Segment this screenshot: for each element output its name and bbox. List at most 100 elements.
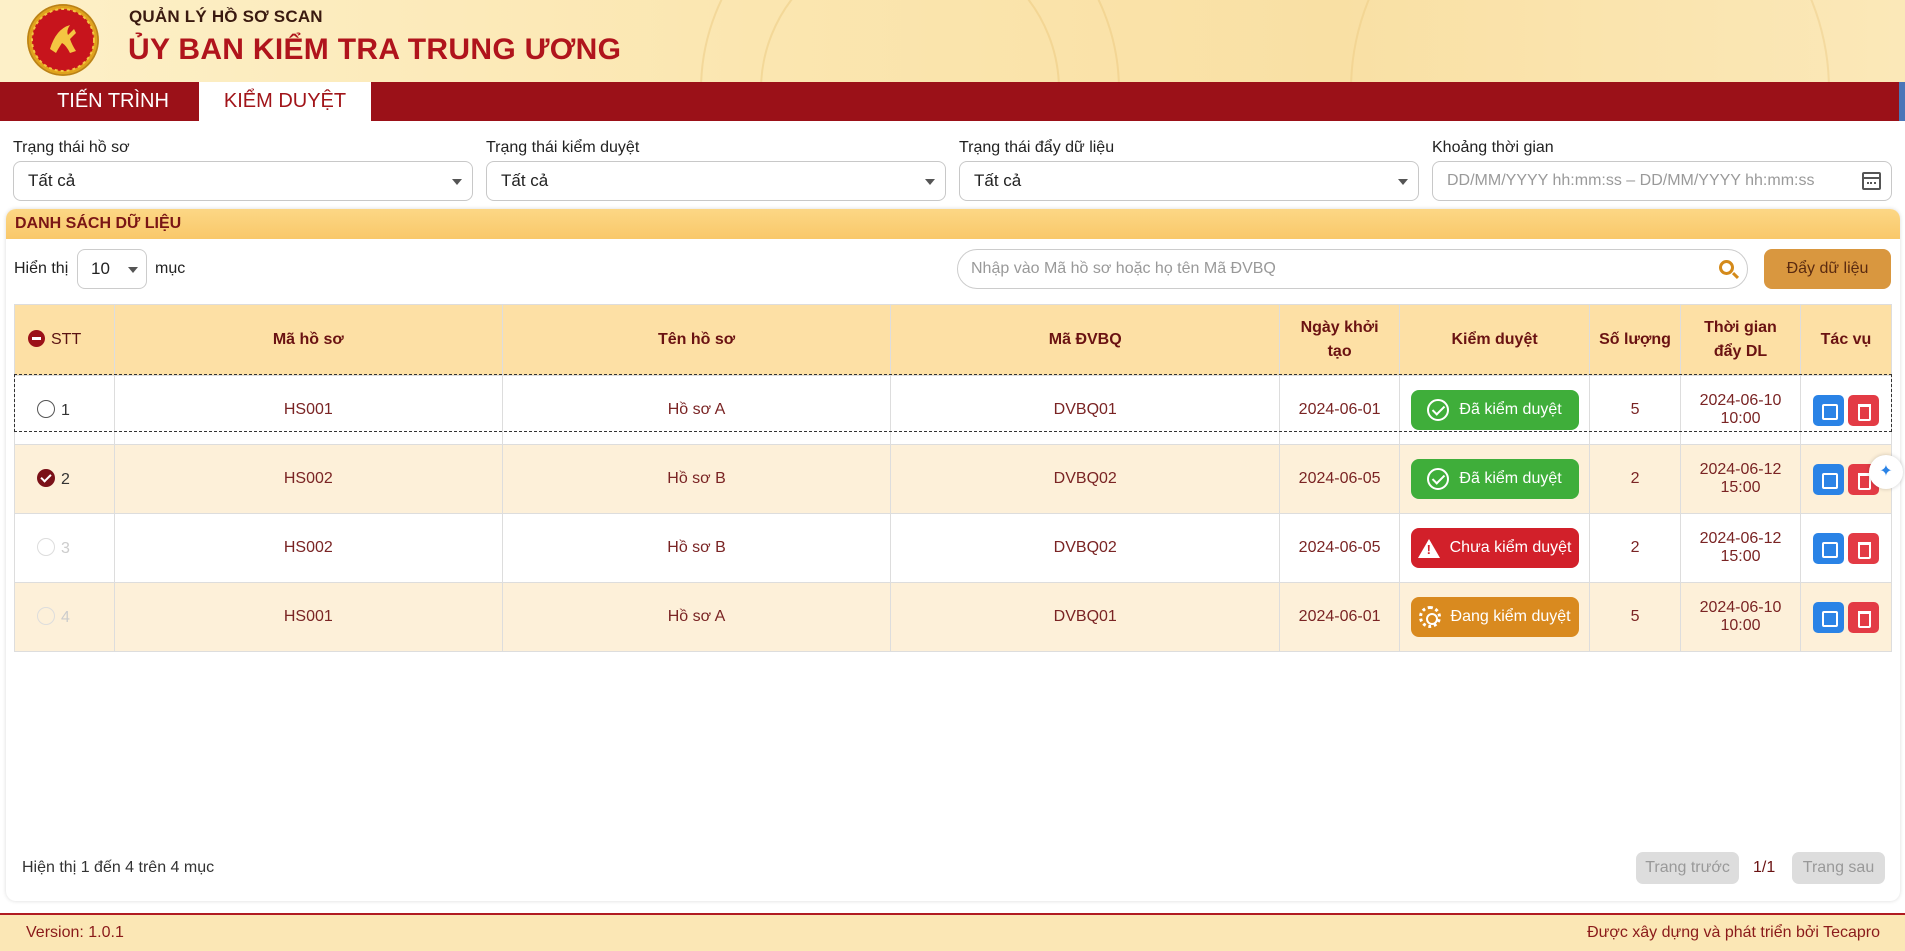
status-badge-label: Đã kiểm duyệt [1459,401,1562,418]
push-status-select[interactable]: Tất cả [959,161,1419,201]
header-push-time: Thời gian đẩy DL [1680,304,1801,376]
check-circle-icon [1427,399,1450,421]
row-select-radio [37,538,55,556]
header-created-label: Ngày khởi tạo [1300,319,1379,360]
cell-unit: DVBQ01 [890,375,1281,445]
header-qty: Số lượng [1589,304,1681,376]
header-push-time-label: Thời gian đẩy DL [1704,319,1777,360]
cell-name: Hồ sơ B [501,444,892,514]
cell-code: HS001 [113,375,503,445]
push-clock: 15:00 [1720,479,1761,496]
search-input[interactable]: Nhập vào Mã hồ sơ hoặc họ tên Mã ĐVBQ [957,249,1748,289]
filter-push-status: Trạng thái đẩy dữ liệu Tất cả [959,139,1419,201]
stt-num: 1 [61,402,70,419]
row-stt[interactable]: 2 [14,444,115,514]
select-value: Tất cả [501,171,549,190]
tab-progress[interactable]: TIẾN TRÌNH [30,82,196,121]
push-date: 2024-06-10 [1699,599,1782,616]
cell-name: Hồ sơ B [501,513,892,583]
caret-down-icon [452,179,462,185]
page-size-select[interactable]: 10 [77,249,147,289]
header-pattern [1350,0,1830,82]
push-clock: 15:00 [1720,548,1761,565]
calendar-icon[interactable] [1862,172,1881,190]
tab-bar: TIẾN TRÌNH KIỂM DUYỆT [0,82,1905,121]
record-status-select[interactable]: Tất cả [13,161,473,201]
status-badge: Đã kiểm duyệt [1410,459,1579,499]
cell-created: 2024-06-01 [1279,582,1401,652]
cell-qty: 5 [1589,375,1681,445]
cell-push-time: 2024-06-12 15:00 [1680,513,1801,583]
edit-icon[interactable] [1812,601,1844,633]
status-badge-label: Chưa kiểm duyệt [1449,539,1572,556]
cell-qty: 2 [1589,444,1681,514]
filter-review-status: Trạng thái kiểm duyệt Tất cả [486,139,946,201]
status-badge: Đang kiểm duyệt [1410,597,1579,637]
cell-push-time: 2024-06-10 10:00 [1680,375,1801,445]
caret-down-icon [1398,179,1408,185]
credit-label: Được xây dựng và phát triển bởi Tecapro [1587,924,1880,941]
select-value: Tất cả [28,171,76,190]
next-page-button[interactable]: Trang sau [1792,852,1885,884]
review-status-select[interactable]: Tất cả [486,161,946,201]
deselect-all-icon[interactable] [28,330,45,347]
caret-down-icon [128,267,138,273]
row-select-radio[interactable] [37,400,55,418]
cell-unit: DVBQ02 [890,444,1281,514]
row-stt: 4 [14,582,115,652]
row-stt: 3 [14,513,115,583]
header-actions: Tác vụ [1799,304,1893,376]
push-data-button[interactable]: Đẩy dữ liệu [1764,249,1891,289]
prev-page-button[interactable]: Trang trước [1636,852,1739,884]
search-icon[interactable] [1719,260,1734,275]
data-list-panel: DANH SÁCH DỮ LIỆU Hiển thị 10 mục Nhập v… [6,209,1900,901]
trash-icon[interactable] [1847,394,1879,426]
edit-icon[interactable] [1812,394,1844,426]
header-stt[interactable]: STT [14,304,115,376]
cell-code: HS001 [113,582,503,652]
table-row[interactable]: 2 HS002 Hồ sơ B DVBQ02 2024-06-05 Đã kiể… [14,444,1893,514]
tab-review[interactable]: KIỂM DUYỆT [199,82,371,121]
show-label: Hiển thị [14,260,69,277]
table-row[interactable]: 1 HS001 Hồ sơ A DVBQ01 2024-06-01 Đã kiể… [14,375,1893,445]
cell-name: Hồ sơ A [501,375,892,445]
trash-icon[interactable] [1847,601,1879,633]
side-panel-handle[interactable] [1899,82,1905,121]
check-circle-icon [1427,468,1450,490]
trash-icon[interactable] [1847,532,1879,564]
edit-icon[interactable] [1812,463,1844,495]
date-range-placeholder: DD/MM/YYYY hh:mm:ss – DD/MM/YYYY hh:mm:s… [1447,172,1815,189]
row-select-radio[interactable] [37,469,55,487]
filter-time-range: Khoảng thời gian DD/MM/YYYY hh:mm:ss – D… [1432,139,1892,201]
cell-actions [1799,513,1893,583]
edit-icon[interactable] [1812,532,1844,564]
app-subtitle: QUẢN LÝ HỒ SƠ SCAN [129,7,323,26]
date-range-input[interactable]: DD/MM/YYYY hh:mm:ss – DD/MM/YYYY hh:mm:s… [1432,161,1892,201]
header-review: Kiểm duyệt [1399,304,1591,376]
filter-record-status: Trạng thái hồ sơ Tất cả [13,139,473,201]
table-header-row: STT Mã hồ sơ Tên hồ sơ Mã ĐVBQ Ngày khởi… [14,304,1893,376]
cell-created: 2024-06-05 [1279,444,1401,514]
cell-unit: DVBQ01 [890,582,1281,652]
push-date: 2024-06-10 [1699,392,1782,409]
data-table: STT Mã hồ sơ Tên hồ sơ Mã ĐVBQ Ngày khởi… [14,304,1893,652]
items-label: mục [155,260,186,277]
cell-actions [1799,582,1893,652]
filter-label: Trạng thái đẩy dữ liệu [959,139,1115,156]
header-pattern [760,0,1060,82]
version-label: Version: 1.0.1 [26,924,124,941]
filter-label: Khoảng thời gian [1432,139,1554,156]
status-badge-label: Đã kiểm duyệt [1459,470,1562,487]
row-stt[interactable]: 1 [14,375,115,445]
cell-created: 2024-06-01 [1279,375,1401,445]
status-badge: Chưa kiểm duyệt [1410,528,1579,568]
search-placeholder: Nhập vào Mã hồ sơ hoặc họ tên Mã ĐVBQ [971,260,1276,277]
gear-icon [1418,606,1441,628]
table-row[interactable]: 4 HS001 Hồ sơ A DVBQ01 2024-06-01 Đang k… [14,582,1893,652]
stt-num: 3 [61,540,70,557]
droplet-tool-icon[interactable]: ✦ [1869,455,1903,489]
select-value: Tất cả [974,171,1022,190]
cell-code: HS002 [113,444,503,514]
table-row[interactable]: 3 HS002 Hồ sơ B DVBQ02 2024-06-05 Chưa k… [14,513,1893,583]
cell-unit: DVBQ02 [890,513,1281,583]
